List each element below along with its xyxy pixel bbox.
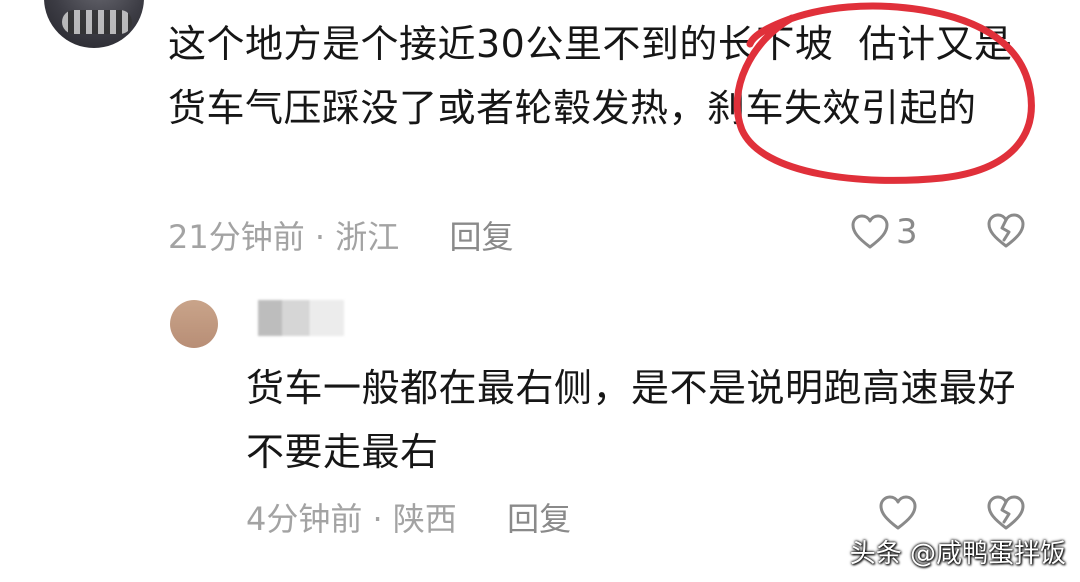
- broken-heart-icon: [987, 495, 1025, 530]
- comment-time: 4分钟前: [246, 500, 363, 538]
- heart-outline-icon: [851, 214, 889, 249]
- watermark: 头条 @咸鸭蛋拌饭: [849, 539, 1066, 569]
- comment-location: 陕西: [392, 500, 457, 538]
- blurred-username: [258, 300, 344, 336]
- like-button[interactable]: 3: [850, 212, 918, 252]
- meta-separator: ·: [362, 500, 393, 538]
- comment-text: 这个地方是个接近30公里不到的长下坡 估计又是货车气压踩没了或者轮毂发热，刹车失…: [168, 22, 1013, 130]
- comment-location: 浙江: [335, 218, 400, 256]
- reply-button-2[interactable]: 回复: [507, 500, 571, 538]
- comment-text-2: 货车一般都在最右侧，是不是说明跑高速最好不要走最右: [246, 366, 1017, 474]
- heart-outline-icon: [879, 495, 917, 530]
- reply-button[interactable]: 回复: [449, 218, 513, 256]
- comment-meta-2: 4分钟前 · 陕西 回复: [246, 494, 571, 540]
- broken-heart-icon: [987, 213, 1025, 248]
- dislike-button-2[interactable]: [986, 494, 1026, 532]
- user-avatar-2[interactable]: [170, 300, 218, 348]
- comment-meta: 21分钟前 · 浙江 回复: [168, 212, 513, 258]
- comment-time: 21分钟前: [168, 218, 305, 256]
- user-avatar[interactable]: [44, 0, 144, 48]
- dislike-button[interactable]: [986, 212, 1026, 250]
- meta-separator: ·: [304, 218, 336, 256]
- like-button-2[interactable]: [878, 494, 918, 532]
- like-count: 3: [896, 212, 918, 252]
